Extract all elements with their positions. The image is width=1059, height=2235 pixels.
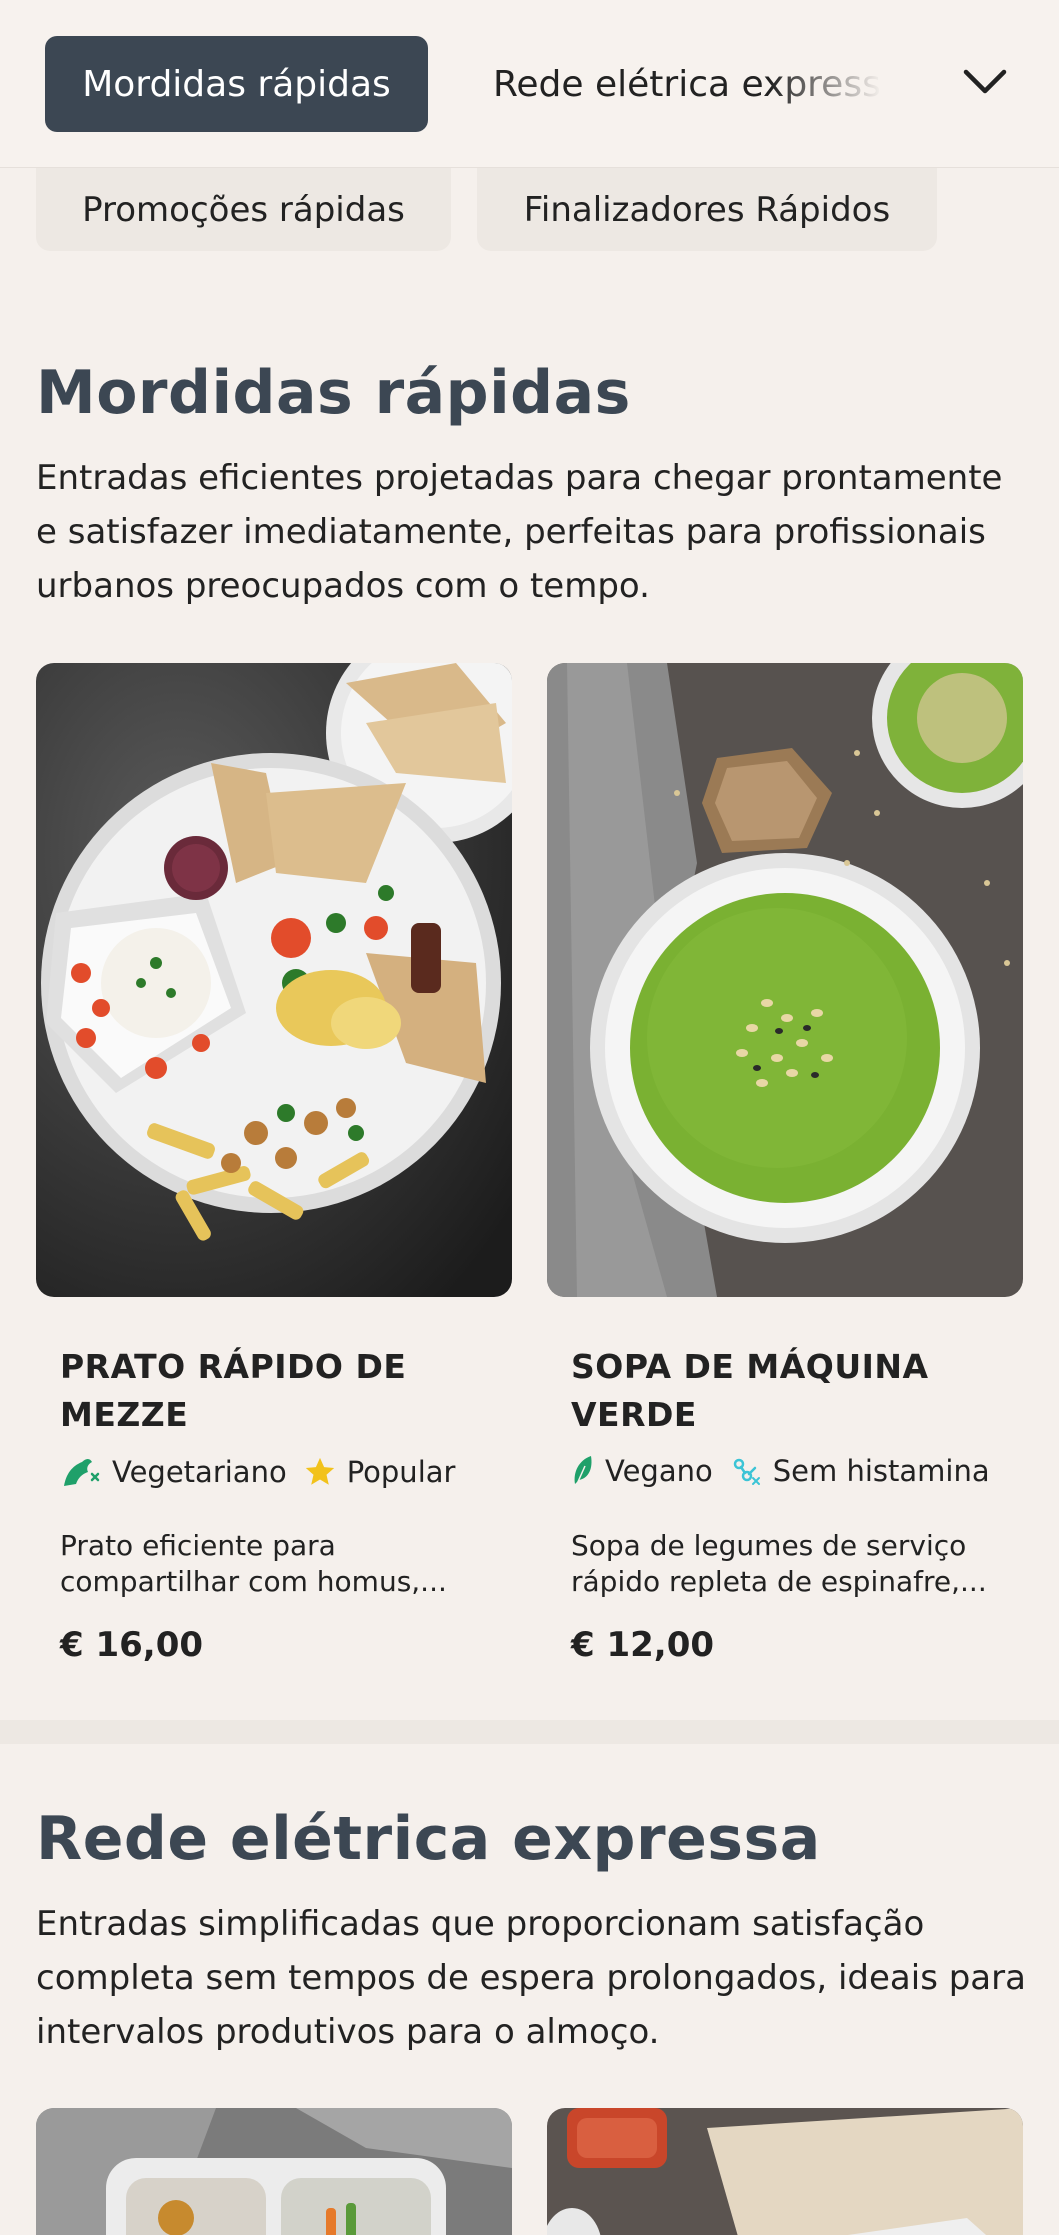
star-icon — [305, 1457, 334, 1485]
item-name: PRATO RÁPIDO DE MEZZE — [60, 1347, 407, 1434]
menu-item-card[interactable] — [36, 2108, 512, 2235]
section-title: Rede elétrica expressa — [36, 1804, 821, 1874]
section-description: Entradas simplificadas que proporcionam … — [36, 1904, 1026, 2052]
leaf-icon — [574, 1456, 592, 1485]
tag-label: Vegetariano — [112, 1455, 287, 1489]
green-soup-photo — [547, 663, 1023, 1297]
item-description: Sopa de legumes de serviço rápido replet… — [571, 1529, 987, 1598]
tag-label: Vegano — [605, 1454, 713, 1488]
section-description: Entradas eficientes projetadas para cheg… — [36, 458, 1003, 606]
subtab-promocoes-rapidas[interactable]: Promoções rápidas — [36, 168, 451, 251]
vegetarian-icon — [64, 1459, 100, 1486]
mezze-plate-photo — [36, 663, 512, 1297]
chevron-down-icon[interactable] — [960, 62, 1010, 102]
item-tags: Vegetariano Popular — [60, 1454, 455, 1490]
express-lunch-photo — [36, 2108, 512, 2235]
subcategory-nav: Promoções rápidas Finalizadores Rápidos — [0, 168, 1059, 252]
item-tags: Vegano Sem histamina — [571, 1454, 990, 1488]
histamine-free-icon — [733, 1458, 760, 1485]
item-description: Prato eficiente para compartilhar com ho… — [60, 1529, 447, 1598]
tag-label: Sem histamina — [772, 1454, 990, 1488]
express-meal-box-photo — [547, 2108, 1023, 2235]
item-name: SOPA DE MÁQUINA VERDE — [571, 1347, 929, 1434]
subtab-finalizadores-rapidos[interactable]: Finalizadores Rápidos — [477, 168, 937, 251]
tab-mordidas-rapidas[interactable]: Mordidas rápidas — [45, 36, 428, 132]
section-divider — [0, 1720, 1059, 1744]
tag-label: Popular — [346, 1455, 456, 1489]
item-price: € 16,00 — [60, 1625, 204, 1665]
section-title: Mordidas rápidas — [36, 358, 631, 428]
item-price: € 12,00 — [571, 1625, 715, 1665]
menu-item-card[interactable] — [547, 2108, 1023, 2235]
tab-scroll-fade — [770, 30, 910, 140]
category-nav: Mordidas rápidas Rede elétrica expressa — [0, 0, 1059, 168]
